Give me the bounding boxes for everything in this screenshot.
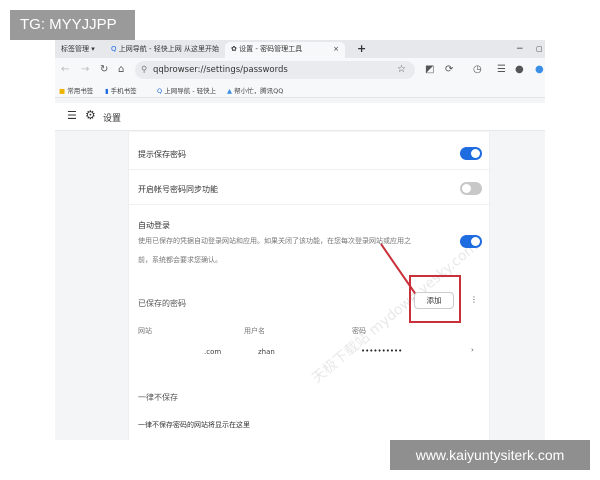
never-save-title: 一律不保存 [138,393,178,402]
tg-watermark-label: TG: MYYJJPP [10,10,135,40]
more-options-icon[interactable]: ⋮ [470,295,478,304]
site-watermark-label: www.kaiyuntysiterk.com [390,440,590,470]
gear-icon: ✿ [231,45,240,53]
browser-window: 标签管理 ▾ Q 上网导航 - 轻快上网 从这里开始 ✿ 设置 - 密码管理工具… [55,40,545,440]
row-username: zhan [258,348,275,356]
tab-settings[interactable]: ✿ 设置 - 密码管理工具 × [225,42,345,58]
maximize-button[interactable]: ▢ [530,42,545,58]
tab-label: 上网导航 - 轻快上网 从这里开始 [118,45,219,53]
home-icon[interactable]: ⌂ [118,58,124,82]
close-tab-icon[interactable]: × [333,42,339,56]
extension-icon[interactable]: ◩ [425,58,434,82]
back-icon[interactable]: ← [61,58,69,82]
row-site: .com [204,348,222,356]
hamburger-menu-icon[interactable]: ☰ [67,109,77,122]
settings-gear-icon: ⚙ [85,108,96,122]
column-site: 网站 [138,327,152,335]
saved-passwords-title: 已保存的密码 [138,299,186,308]
new-tab-button[interactable]: + [351,42,372,58]
tab-manager-button[interactable]: 标签管理 ▾ [55,42,101,58]
tab-navigation[interactable]: Q 上网导航 - 轻快上网 从这里开始 [105,42,225,58]
bookmark-item[interactable]: Q 上网导航 - 轻快上 [157,85,216,95]
autologin-label: 自动登录 [138,221,170,230]
tab-label: 设置 - 密码管理工具 [239,45,303,53]
autologin-description-2: 前，系统都会要求您确认。 [138,256,222,264]
history-icon[interactable]: ◷ [473,58,482,82]
page-title: 设置 [103,114,122,124]
row-password: •••••••••• [361,347,403,355]
qq-icon: Q [111,45,119,53]
url-text: qqbrowser://settings/passwords [153,65,288,75]
bookmark-item[interactable]: ▲ 帮小忙，腾讯QQ [227,85,283,95]
column-password: 密码 [352,327,366,335]
bookmark-item[interactable]: ▮ 手机书签 [105,85,137,95]
bookmarks-bar: ■ 常用书签 ▮ 手机书签 Q 上网导航 - 轻快上 ▲ 帮小忙，腾讯QQ [55,82,545,98]
star-icon[interactable]: ☆ [397,58,406,82]
sync-label: 开启帐号密码同步功能 [138,185,218,194]
autologin-toggle[interactable] [460,235,482,248]
minimize-button[interactable]: − [510,42,530,58]
profile-icon[interactable]: ● [535,58,544,82]
chevron-right-icon[interactable]: › [471,346,474,354]
avatar[interactable]: ● [515,58,524,82]
offer-save-toggle[interactable] [460,147,482,160]
passwords-settings-card: 天极下载站 mydown.yesky.com 提示保存密码 开启帐号密码同步功能… [128,132,491,440]
menu-icon[interactable]: ☰ [497,58,506,82]
offer-save-label: 提示保存密码 [138,150,186,159]
sync-toggle[interactable] [460,182,482,195]
toolbar: ← → ↻ ⌂ ⚲ qqbrowser://settings/passwords … [55,58,545,82]
forward-icon[interactable]: → [81,58,89,82]
search-icon: ⚲ [141,65,148,75]
reload-icon[interactable]: ↻ [100,58,108,82]
highlight-box-annotation [409,275,461,323]
tab-bar: 标签管理 ▾ Q 上网导航 - 轻快上网 从这里开始 ✿ 设置 - 密码管理工具… [55,40,545,58]
address-bar[interactable]: ⚲ qqbrowser://settings/passwords [135,61,415,79]
never-save-empty-text: 一律不保存密码的网站将显示在这里 [138,421,250,429]
sync-icon[interactable]: ⟳ [445,58,453,82]
column-username: 用户名 [244,327,265,335]
settings-header: ☰ ⚙ 设置 [55,103,545,131]
bookmark-item[interactable]: ■ 常用书签 [59,85,93,95]
